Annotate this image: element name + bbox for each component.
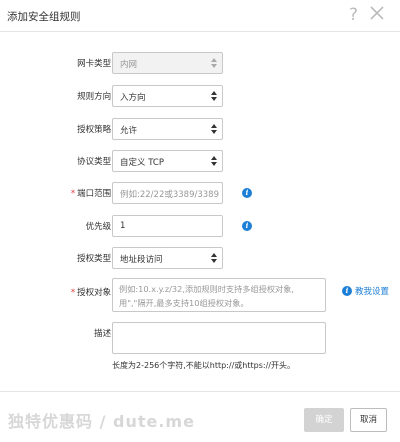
select-arrows-icon bbox=[211, 56, 217, 70]
description-help-text: 长度为2-256个字符,不能以http://或https://开头。 bbox=[112, 361, 295, 370]
question-mark-icon[interactable]: ? bbox=[349, 5, 358, 25]
required-mark: * bbox=[70, 288, 76, 298]
protocol-row: 协议类型: 自定义 TCP bbox=[0, 150, 400, 172]
auth-type-label: 授权类型: bbox=[77, 254, 114, 264]
auth-type-value: 地址段访问 bbox=[120, 255, 163, 265]
nic-type-label: 网卡类型: bbox=[77, 59, 114, 69]
priority-input[interactable]: 1 bbox=[112, 215, 223, 237]
info-icon[interactable]: i bbox=[242, 221, 252, 231]
protocol-select[interactable]: 自定义 TCP bbox=[112, 150, 223, 172]
auth-object-textarea[interactable]: 例如:10.x.y.z/32,添加规则时支持多组授权对象,用","隔开,最多支持… bbox=[112, 278, 326, 312]
auth-object-placeholder: 例如:10.x.y.z/32,添加规则时支持多组授权对象,用","隔开,最多支持… bbox=[119, 284, 294, 308]
auth-type-row: 授权类型: 地址段访问 bbox=[0, 247, 400, 269]
select-arrows-icon bbox=[211, 154, 217, 168]
priority-value: 1 bbox=[120, 221, 126, 231]
direction-label: 规则方向: bbox=[77, 92, 114, 102]
required-mark: * bbox=[70, 189, 76, 199]
cancel-button[interactable]: 取消 bbox=[350, 408, 387, 432]
dialog-footer: 独特优惠码 / dute.me 确定 取消 bbox=[0, 391, 400, 442]
direction-select[interactable]: 入方向 bbox=[112, 85, 223, 107]
description-textarea[interactable] bbox=[112, 322, 326, 354]
priority-label: 优先级: bbox=[85, 222, 114, 232]
teach-me-link[interactable]: 教我设置 bbox=[355, 285, 389, 297]
protocol-value: 自定义 TCP bbox=[120, 158, 164, 168]
watermark-text: 独特优惠码 / dute.me bbox=[8, 412, 195, 431]
port-range-row: * 端口范围: 例如:22/22或3389/3389 i bbox=[0, 182, 400, 204]
nic-type-row: 网卡类型: 内网 bbox=[0, 52, 400, 74]
port-range-placeholder: 例如:22/22或3389/3389 bbox=[120, 190, 219, 200]
policy-row: 授权策略: 允许 bbox=[0, 118, 400, 140]
policy-label: 授权策略: bbox=[77, 125, 114, 135]
add-security-group-rule-dialog: 添加安全组规则 ? 网卡类型: 内网 规则方向: 入方向 授权策略: 允许 协议… bbox=[0, 0, 400, 442]
select-arrows-icon bbox=[211, 122, 217, 136]
policy-value: 允许 bbox=[120, 126, 138, 136]
port-range-label: * 端口范围: bbox=[70, 189, 114, 199]
policy-select[interactable]: 允许 bbox=[112, 118, 223, 140]
nic-type-value: 内网 bbox=[120, 60, 138, 70]
close-icon[interactable] bbox=[369, 5, 385, 23]
dialog-header: 添加安全组规则 ? bbox=[0, 0, 400, 32]
dialog-title: 添加安全组规则 bbox=[7, 11, 81, 23]
select-arrows-icon bbox=[211, 251, 217, 265]
info-icon[interactable]: i bbox=[342, 286, 352, 296]
auth-object-label: * 授权对象: bbox=[70, 288, 114, 298]
priority-row: 优先级: 1 i bbox=[0, 215, 400, 237]
auth-type-select[interactable]: 地址段访问 bbox=[112, 247, 223, 269]
nic-type-select[interactable]: 内网 bbox=[112, 52, 223, 74]
protocol-label: 协议类型: bbox=[77, 157, 114, 167]
direction-row: 规则方向: 入方向 bbox=[0, 85, 400, 107]
port-range-input[interactable]: 例如:22/22或3389/3389 bbox=[112, 182, 223, 204]
info-icon[interactable]: i bbox=[242, 188, 252, 198]
direction-value: 入方向 bbox=[120, 93, 146, 103]
confirm-button[interactable]: 确定 bbox=[304, 408, 344, 432]
select-arrows-icon bbox=[211, 89, 217, 103]
